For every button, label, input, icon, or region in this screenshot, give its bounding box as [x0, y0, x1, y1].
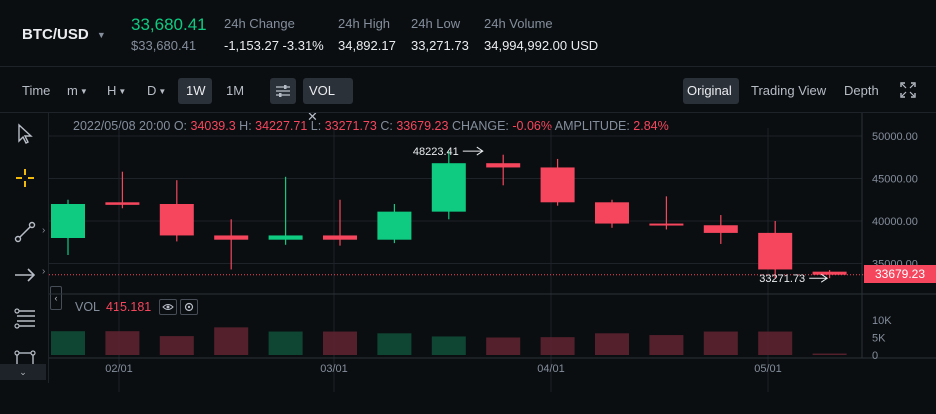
y-tick-label: 50000.00 — [872, 131, 918, 143]
arrow-right-icon — [462, 146, 484, 156]
x-tick-label: 03/01 — [320, 363, 348, 375]
stat-24h-change-label: 24h Change — [224, 16, 295, 31]
volume-bar — [377, 333, 412, 355]
interval-1m-button[interactable]: 1M — [226, 82, 244, 100]
caret-down-icon: ▼ — [158, 86, 167, 96]
candle-body — [268, 235, 303, 240]
interval-day-label: D — [147, 83, 157, 98]
stat-24h-volume-value: 34,994,992.00 USD — [484, 38, 599, 53]
price-chart[interactable]: 48223.41 33271.73 50000.00 45000.00 40000.0… — [0, 113, 936, 413]
volume-tick-label: 0 — [872, 350, 878, 362]
candle-body — [51, 204, 85, 238]
candle-body — [758, 232, 793, 270]
low-marker-label: 33271.73 — [759, 273, 805, 285]
candle-body — [105, 202, 140, 205]
candle-body — [595, 202, 629, 224]
header-divider — [0, 66, 936, 67]
chevron-down-icon: ▼ — [96, 30, 106, 41]
candle-body — [431, 163, 466, 212]
candle-body — [486, 163, 521, 168]
y-tick-label: 40000.00 — [872, 216, 918, 228]
arrow-right-icon — [809, 273, 829, 283]
fullscreen-icon[interactable] — [900, 82, 916, 98]
volume-bar — [486, 337, 521, 355]
volume-bar — [323, 331, 357, 355]
view-original-label: Original — [687, 83, 732, 98]
volume-tick-label: 10K — [872, 315, 892, 327]
view-depth-button[interactable]: Depth — [844, 82, 879, 100]
current-price-tag: 33679.23 — [864, 265, 936, 283]
high-marker-label: 48223.41 — [413, 146, 459, 158]
candle-body — [323, 235, 357, 240]
sliders-icon — [276, 85, 290, 97]
caret-down-icon: ▼ — [118, 86, 127, 96]
candle-body — [540, 167, 575, 203]
interval-minute-label: m — [67, 83, 78, 98]
x-tick-label: 05/01 — [754, 363, 782, 375]
volume-bar — [159, 336, 194, 355]
caret-down-icon: ▼ — [79, 86, 88, 96]
interval-1w-label: 1W — [186, 83, 206, 98]
candle-body — [159, 204, 194, 236]
interval-day-dropdown[interactable]: D ▼ — [147, 82, 166, 100]
pair-selector[interactable]: BTC/USD ▼ — [22, 26, 106, 43]
candle-body — [377, 211, 412, 240]
time-label: Time — [22, 83, 51, 98]
x-tick-label: 02/01 — [105, 363, 133, 375]
current-price-tag-label: 33679.23 — [874, 267, 926, 281]
view-tradingview-button[interactable]: Trading View — [751, 82, 826, 100]
volume-tick-label: 5K — [872, 333, 886, 345]
stat-24h-change-value: -1,153.27 -3.31% — [224, 38, 324, 53]
volume-bar — [649, 335, 684, 355]
stat-24h-low-value: 33,271.73 — [411, 38, 469, 53]
volume-bar — [540, 337, 575, 355]
last-price-usd: $33,680.41 — [131, 38, 197, 53]
candle-body — [214, 235, 249, 240]
y-tick-label: 45000.00 — [872, 174, 918, 186]
volume-bar — [758, 331, 793, 355]
volume-bar — [703, 331, 738, 355]
candle-body — [649, 223, 684, 226]
vol-tag-label: VOL — [309, 83, 335, 98]
candle-body — [703, 225, 738, 233]
interval-minute-dropdown[interactable]: m ▼ — [67, 82, 88, 100]
volume-bar — [105, 331, 140, 355]
stat-24h-high-value: 34,892.17 — [338, 38, 396, 53]
stat-24h-high-label: 24h High — [338, 16, 391, 31]
volume-bar — [51, 331, 85, 355]
volume-bar — [812, 353, 847, 355]
indicator-settings-button[interactable] — [270, 78, 296, 104]
volume-bar — [431, 336, 466, 355]
pair-label: BTC/USD — [22, 26, 89, 43]
volume-bar — [268, 331, 303, 355]
x-tick-label: 04/01 — [537, 363, 565, 375]
interval-hour-dropdown[interactable]: H ▼ — [107, 82, 126, 100]
volume-bar — [595, 333, 629, 355]
interval-hour-label: H — [107, 83, 117, 98]
stat-24h-volume-label: 24h Volume — [484, 16, 553, 31]
vol-indicator-tag[interactable]: VOL ✕ — [303, 78, 353, 124]
stat-24h-low-label: 24h Low — [411, 16, 461, 31]
last-price: 33,680.41 — [131, 15, 207, 34]
volume-bar — [214, 327, 249, 355]
